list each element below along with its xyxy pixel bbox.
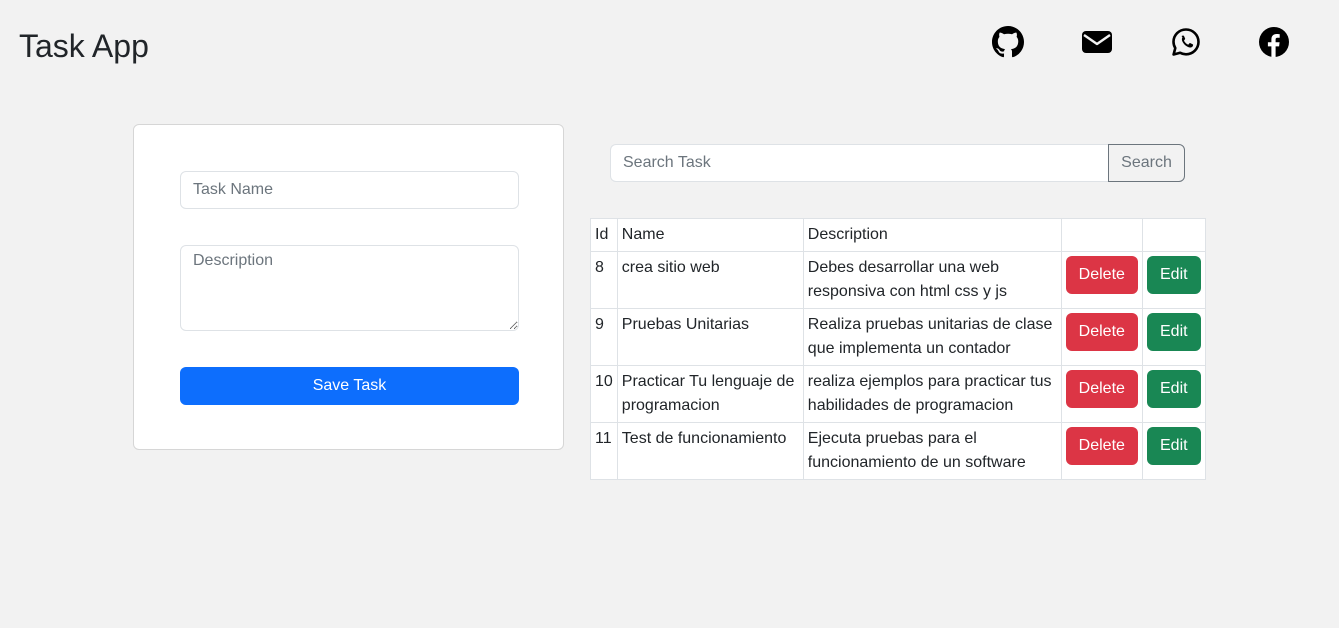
tasks-table: Id Name Description 8 crea sitio web Deb… bbox=[590, 218, 1206, 480]
delete-button[interactable]: Delete bbox=[1065, 370, 1138, 408]
task-name: Practicar Tu lenguaje de programacion bbox=[616, 365, 804, 423]
header-id: Id bbox=[590, 218, 618, 252]
task-form-card: Save Task bbox=[133, 124, 564, 450]
edit-button[interactable]: Edit bbox=[1146, 313, 1201, 351]
github-icon[interactable] bbox=[992, 26, 1024, 58]
mail-icon[interactable] bbox=[1081, 26, 1113, 58]
delete-button[interactable]: Delete bbox=[1065, 313, 1138, 351]
task-id: 11 bbox=[590, 422, 618, 480]
table-row: 11 Test de funcionamiento Ejecuta prueba… bbox=[590, 422, 1206, 480]
delete-button[interactable]: Delete bbox=[1065, 256, 1138, 294]
description-textarea[interactable] bbox=[180, 245, 519, 331]
task-description: Ejecuta pruebas para el funcionamiento d… bbox=[802, 422, 1062, 480]
edit-button[interactable]: Edit bbox=[1146, 256, 1201, 294]
header-edit bbox=[1141, 218, 1206, 252]
task-name: Pruebas Unitarias bbox=[616, 308, 804, 366]
task-id: 8 bbox=[590, 251, 618, 309]
task-name-input[interactable] bbox=[180, 171, 519, 209]
table-row: 9 Pruebas Unitarias Realiza pruebas unit… bbox=[590, 308, 1206, 366]
app-title: Task App bbox=[19, 28, 149, 64]
edit-button[interactable]: Edit bbox=[1146, 427, 1201, 465]
header-description: Description bbox=[802, 218, 1062, 252]
header-name: Name bbox=[616, 218, 804, 252]
save-task-button[interactable]: Save Task bbox=[180, 367, 519, 405]
task-id: 9 bbox=[590, 308, 618, 366]
table-row: 10 Practicar Tu lenguaje de programacion… bbox=[590, 365, 1206, 423]
edit-button[interactable]: Edit bbox=[1146, 370, 1201, 408]
task-name: crea sitio web bbox=[616, 251, 804, 309]
search-group: Search bbox=[610, 144, 1185, 182]
task-id: 10 bbox=[590, 365, 618, 423]
table-header-row: Id Name Description bbox=[590, 218, 1206, 252]
task-name: Test de funcionamiento bbox=[616, 422, 804, 480]
task-description: Realiza pruebas unitarias de clase que i… bbox=[802, 308, 1062, 366]
delete-button[interactable]: Delete bbox=[1065, 427, 1138, 465]
task-description: Debes desarrollar una web responsiva con… bbox=[802, 251, 1062, 309]
search-button[interactable]: Search bbox=[1108, 144, 1185, 182]
search-input[interactable] bbox=[610, 144, 1109, 182]
header-delete bbox=[1060, 218, 1143, 252]
task-description: realiza ejemplos para practicar tus habi… bbox=[802, 365, 1062, 423]
whatsapp-icon[interactable] bbox=[1170, 26, 1202, 58]
facebook-icon[interactable] bbox=[1258, 26, 1290, 58]
table-row: 8 crea sitio web Debes desarrollar una w… bbox=[590, 251, 1206, 309]
